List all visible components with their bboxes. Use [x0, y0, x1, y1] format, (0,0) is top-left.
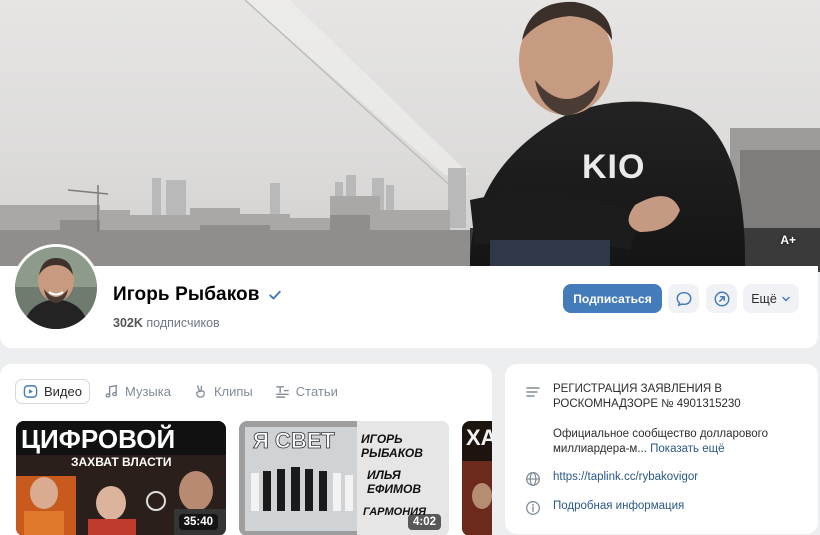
cover-photo: KIO — [0, 0, 820, 272]
video-thumbnail[interactable]: ХА — [462, 421, 492, 535]
tab-music-label: Музыка — [124, 384, 171, 399]
tab-articles[interactable]: Статьи — [267, 379, 346, 404]
tab-clips-label: Клипы — [213, 384, 253, 399]
media-section: Видео Музыка Клипы Статьи ЦИФРОВОЙ ЗАХВА… — [0, 364, 492, 535]
more-button[interactable]: Ещё — [743, 284, 799, 313]
text-lines-icon — [526, 387, 540, 397]
svg-text:KIO: KIO — [582, 148, 645, 186]
profile-name: Игорь Рыбаков — [113, 284, 260, 305]
articles-icon — [275, 386, 289, 398]
avatar-photo — [15, 247, 97, 329]
share-button[interactable] — [706, 284, 737, 313]
subscribe-button[interactable]: Подписаться — [563, 284, 662, 313]
video-thumbnail[interactable]: ЦИФРОВОЙ ЗАХВАТ ВЛАСТИ 35:40 — [16, 421, 226, 535]
details-row: Подробная информация — [525, 498, 684, 516]
tab-articles-label: Статьи — [295, 384, 338, 399]
video-title-text: ЦИФРОВОЙ — [21, 424, 175, 454]
music-note-icon — [105, 384, 118, 398]
subscribers-label: подписчиков — [146, 316, 220, 330]
chevron-down-icon — [782, 296, 790, 302]
font-size-badge[interactable]: A+ — [780, 233, 796, 247]
info-circle-icon — [526, 501, 540, 515]
video-thumbnail[interactable]: Я СВЕТ ИГОРЬ РЫБАКОВ ИЛЬЯ ЕФИМОВ ГАРМОНИ… — [239, 421, 449, 535]
tab-clips[interactable]: Клипы — [185, 379, 261, 404]
svg-text:ИЛЬЯ: ИЛЬЯ — [367, 468, 401, 482]
video-duration: 35:40 — [178, 514, 218, 530]
verified-check-icon — [268, 290, 281, 300]
subscribers-number: 302K — [113, 316, 143, 330]
website-link[interactable]: https://taplink.cc/rybakovigor — [553, 469, 698, 485]
status-content: РЕГИСТРАЦИЯ ЗАЯВЛЕНИЯ В РОСКОМНАДЗОРЕ № … — [553, 383, 741, 410]
clips-icon — [196, 385, 205, 398]
details-link[interactable]: Подробная информация — [553, 498, 684, 514]
profile-name-row: Игорь Рыбаков — [113, 284, 282, 306]
video-preview-image: ХА — [462, 421, 492, 535]
tab-video[interactable]: Видео — [15, 379, 90, 404]
tab-video-label: Видео — [44, 384, 82, 399]
subscribers-count[interactable]: 302K подписчиков — [113, 316, 220, 330]
community-info: РЕГИСТРАЦИЯ ЗАЯВЛЕНИЯ В РОСКОМНАДЗОРЕ № … — [505, 364, 818, 534]
message-bubble-icon — [676, 291, 691, 307]
status-text: РЕГИСТРАЦИЯ ЗАЯВЛЕНИЯ В РОСКОМНАДЗОРЕ № … — [553, 382, 785, 412]
cover-image: KIO A+ — [0, 0, 820, 272]
message-button[interactable] — [668, 284, 699, 313]
video-title-text: ХА — [466, 425, 492, 450]
share-arrow-icon — [714, 291, 729, 306]
description-text: Официальное сообщество долларового милли… — [553, 427, 785, 457]
more-button-label: Ещё — [751, 291, 777, 306]
video-duration: 4:02 — [407, 514, 441, 530]
avatar[interactable] — [12, 244, 100, 332]
website-row: https://taplink.cc/rybakovigor — [525, 469, 698, 487]
svg-text:ИГОРЬ: ИГОРЬ — [361, 432, 403, 446]
globe-icon — [526, 472, 540, 486]
video-icon — [23, 385, 38, 398]
tab-music[interactable]: Музыка — [96, 379, 179, 404]
description-row: Официальное сообщество долларового милли… — [553, 427, 785, 457]
svg-text:ЕФИМОВ: ЕФИМОВ — [367, 482, 421, 496]
show-more-link[interactable]: Показать ещё — [650, 443, 724, 455]
video-subtitle-text: ЗАХВАТ ВЛАСТИ — [71, 455, 171, 469]
video-title-text: Я СВЕТ — [253, 428, 335, 453]
status-row: РЕГИСТРАЦИЯ ЗАЯВЛЕНИЯ В РОСКОМНАДЗОРЕ № … — [525, 382, 785, 412]
media-tabs: Видео Музыка Клипы Статьи — [15, 379, 352, 404]
svg-text:РЫБАКОВ: РЫБАКОВ — [361, 446, 423, 460]
